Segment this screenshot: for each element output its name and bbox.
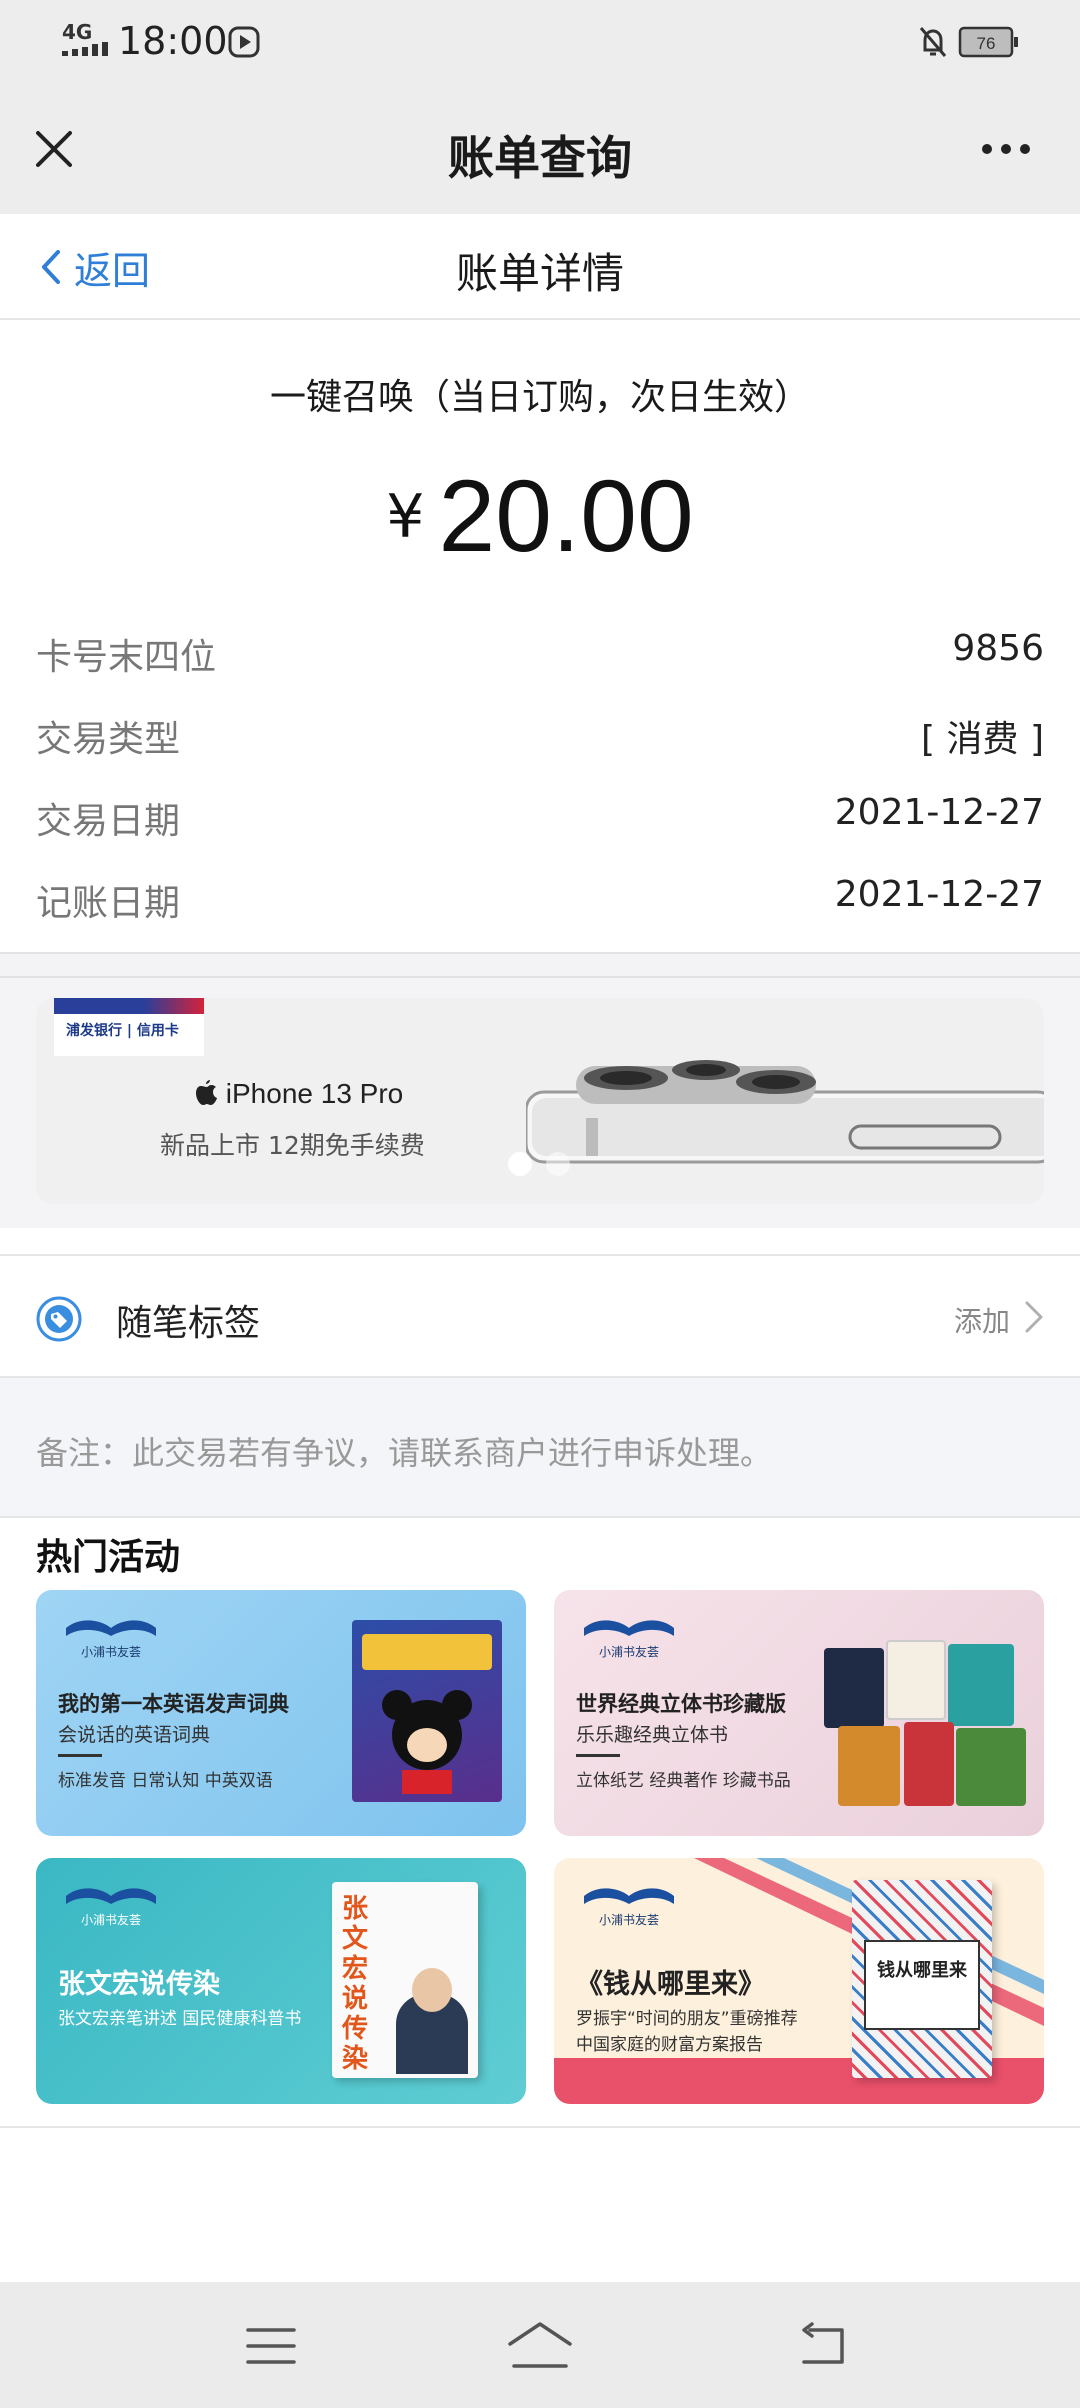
card-subtitle: 乐乐趣经典立体书 bbox=[576, 1724, 729, 1746]
svg-text:小浦书友荟: 小浦书友荟 bbox=[599, 1913, 659, 1927]
sub-title: 账单详情 bbox=[455, 249, 624, 298]
signal-icon bbox=[62, 42, 108, 56]
svg-text:76: 76 bbox=[977, 34, 996, 53]
detail-value: 9856 bbox=[952, 628, 1044, 669]
title-bar: 账单查询 bbox=[0, 84, 1080, 214]
amount-value: 20.00 bbox=[438, 459, 694, 573]
hot-activities: 热门活动 小浦书友荟 我的第一本英语发声词典 会说话的英语词典 标准发音 日常认… bbox=[0, 1518, 1080, 2128]
svg-text:小浦书友荟: 小浦书友荟 bbox=[599, 1645, 659, 1659]
detail-value: 2021-12-27 bbox=[834, 792, 1044, 833]
card-tags: 中国家庭的财富方案报告 bbox=[576, 2035, 763, 2055]
detail-value: [ 消费 ] bbox=[921, 719, 1044, 760]
card-tags: 标准发音 日常认知 中英双语 bbox=[58, 1771, 273, 1791]
apple-logo-icon bbox=[196, 1080, 217, 1105]
detail-label: 记账日期 bbox=[36, 883, 181, 924]
card-divider bbox=[576, 1754, 620, 1757]
carousel-dot[interactable] bbox=[546, 1152, 570, 1176]
book-cover-image bbox=[352, 1620, 502, 1802]
divider bbox=[0, 952, 1080, 978]
battery-icon: 76 bbox=[958, 26, 1018, 58]
remark-text: 备注：此交易若有争议，请联系商户进行申诉处理。 bbox=[36, 1434, 773, 1472]
item-name: 一键召唤（当日订购，次日生效） bbox=[269, 377, 810, 418]
book-club-logo-icon: 小浦书友荟 bbox=[66, 1888, 156, 1927]
activity-card[interactable]: 小浦书友荟 我的第一本英语发声词典 会说话的英语词典 标准发音 日常认知 中英双… bbox=[36, 1590, 526, 1836]
card-tags: 立体纸艺 经典著作 珍藏书品 bbox=[576, 1771, 791, 1791]
book-cover-image: 张文宏说传染 bbox=[332, 1882, 478, 2078]
section-title: 热门活动 bbox=[36, 1537, 181, 1578]
system-nav-bar bbox=[0, 2282, 1080, 2408]
tag-icon bbox=[36, 1296, 82, 1342]
book-club-logo-icon: 小浦书友荟 bbox=[584, 1888, 674, 1927]
bank-logo: 浦发银行 | 信用卡 bbox=[54, 998, 204, 1056]
card-title: 我的第一本英语发声词典 bbox=[58, 1692, 289, 1716]
books-stack-image bbox=[824, 1630, 1034, 1820]
card-title: 《钱从哪里来》 bbox=[576, 1969, 765, 2000]
sub-nav: 返回 账单详情 bbox=[0, 214, 1080, 320]
page-title: 账单查询 bbox=[448, 131, 632, 185]
detail-row-date: 交易日期 2021-12-27 bbox=[36, 792, 1044, 852]
book-club-logo-icon: 小浦书友荟 bbox=[66, 1620, 156, 1659]
promo-banner[interactable]: 浦发银行 | 信用卡 iPhone 13 Pro 新品上市 12期免手续费 bbox=[36, 998, 1044, 1204]
detail-label: 卡号末四位 bbox=[36, 637, 217, 678]
detail-label: 交易类型 bbox=[36, 719, 181, 760]
activity-card[interactable]: 小浦书友荟 张文宏说传染 张文宏亲笔讲述 国民健康科普书 张文宏说传染 bbox=[36, 1858, 526, 2104]
detail-row-type: 交易类型 [ 消费 ] bbox=[36, 710, 1044, 770]
currency-symbol: ¥ bbox=[386, 481, 425, 552]
detail-row-card: 卡号末四位 9856 bbox=[36, 628, 1044, 688]
card-title: 世界经典立体书珍藏版 bbox=[576, 1692, 786, 1716]
network-type: 4G bbox=[62, 20, 93, 44]
tag-label: 随笔标签 bbox=[116, 1303, 261, 1344]
home-icon[interactable] bbox=[504, 2320, 576, 2370]
status-bar: 4G 18:00 76 bbox=[0, 0, 1080, 84]
detail-value: 2021-12-27 bbox=[834, 874, 1044, 915]
remark: 备注：此交易若有争议，请联系商户进行申诉处理。 bbox=[0, 1378, 1080, 1518]
carousel-dot-active[interactable] bbox=[508, 1152, 532, 1176]
note-tag-row[interactable]: 随笔标签 添加 bbox=[0, 1254, 1080, 1378]
banner-subtitle: 新品上市 12期免手续费 bbox=[160, 1131, 425, 1160]
card-title: 张文宏说传染 bbox=[58, 1969, 220, 2000]
detail-row-posting-date: 记账日期 2021-12-27 bbox=[36, 874, 1044, 934]
card-subtitle: 罗振宇“时间的朋友”重磅推荐 bbox=[576, 2009, 798, 2029]
amount: ¥20.00 bbox=[0, 458, 1080, 575]
book-cover-image: 钱从哪里来 bbox=[852, 1880, 992, 2078]
bill-detail: 一键召唤（当日订购，次日生效） ¥20.00 卡号末四位 9856 交易类型 [… bbox=[0, 320, 1080, 952]
activity-card[interactable]: 小浦书友荟 《钱从哪里来》 罗振宇“时间的朋友”重磅推荐 中国家庭的财富方案报告… bbox=[554, 1858, 1044, 2104]
more-icon[interactable] bbox=[980, 139, 1032, 159]
media-play-icon bbox=[228, 26, 260, 58]
iphone-image bbox=[526, 1060, 1044, 1164]
chevron-right-icon bbox=[1025, 1301, 1043, 1333]
book-club-logo-icon: 小浦书友荟 bbox=[584, 1620, 674, 1659]
card-subtitle: 张文宏亲笔讲述 国民健康科普书 bbox=[58, 2009, 302, 2029]
activity-card[interactable]: 小浦书友荟 世界经典立体书珍藏版 乐乐趣经典立体书 立体纸艺 经典著作 珍藏书品 bbox=[554, 1590, 1044, 1836]
carousel-dots bbox=[508, 1152, 570, 1176]
card-divider bbox=[58, 1754, 102, 1757]
add-tag-button[interactable]: 添加 bbox=[954, 1300, 1010, 1340]
banner-headline: iPhone 13 Pro bbox=[196, 1078, 403, 1110]
back-nav-icon[interactable] bbox=[796, 2322, 850, 2368]
detail-label: 交易日期 bbox=[36, 801, 181, 842]
menu-icon[interactable] bbox=[244, 2324, 298, 2368]
clock: 18:00 bbox=[118, 19, 228, 63]
svg-text:小浦书友荟: 小浦书友荟 bbox=[81, 1645, 141, 1659]
card-subtitle: 会说话的英语词典 bbox=[58, 1724, 211, 1746]
banner-area: 浦发银行 | 信用卡 iPhone 13 Pro 新品上市 12期免手续费 bbox=[0, 978, 1080, 1228]
svg-text:小浦书友荟: 小浦书友荟 bbox=[81, 1913, 141, 1927]
mute-bell-icon bbox=[919, 27, 947, 57]
